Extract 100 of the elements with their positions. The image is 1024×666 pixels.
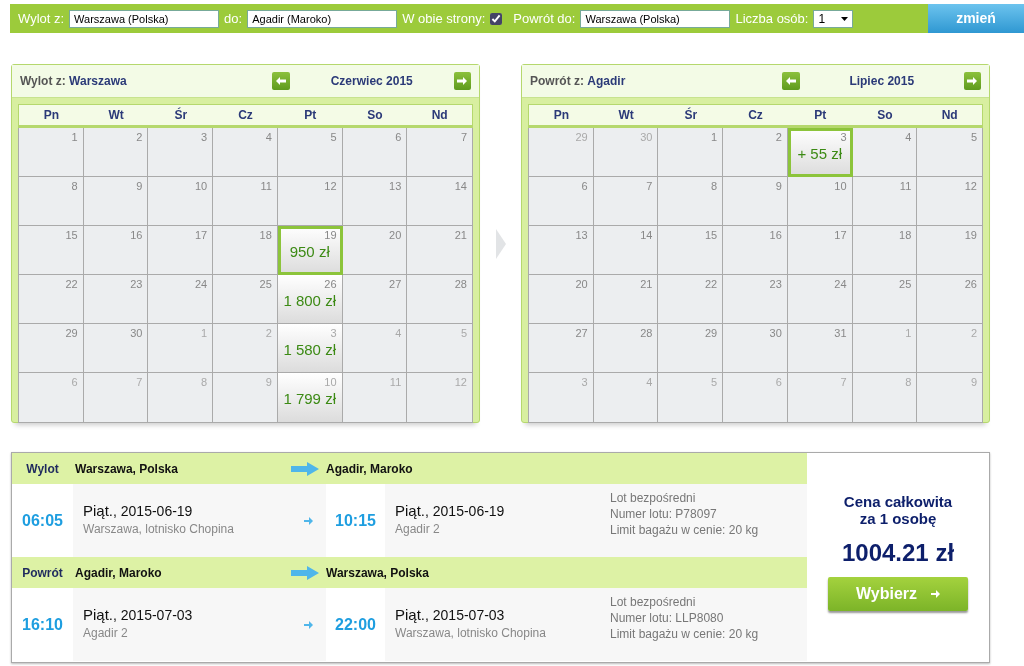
price-label: za 1 osobę [859,510,937,527]
calendar-day[interactable]: 27 [342,275,408,324]
calendar-day[interactable]: 6 [342,128,408,177]
calendar-day[interactable]: 5 [407,324,472,373]
calendar-day[interactable]: 1 [19,128,84,177]
calendar-day[interactable]: 1 [148,324,214,373]
day-number: 18 [898,229,912,242]
calendar-day[interactable]: 30 [83,324,149,373]
calendar-day[interactable]: 26 1 800 zł [277,275,343,324]
calendar-day[interactable]: 5 [658,373,724,422]
calendar-day[interactable]: 18 [213,226,278,275]
calendar-day[interactable]: 19 950 zł [277,226,343,275]
calendar-day[interactable]: 3 [148,128,214,177]
calendar-day[interactable]: 17 [148,226,214,275]
day-number: 5 [459,327,467,340]
calendar-day[interactable]: 24 [787,275,853,324]
calendar-day[interactable]: 29 [658,324,724,373]
calendar-day[interactable]: 11 [213,177,278,226]
input-field[interactable]: Warszawa (Polska) [580,9,731,28]
calendar-day[interactable]: 11 [852,177,918,226]
calendar-day[interactable]: 17 [787,226,853,275]
next-month-button[interactable] [963,72,981,90]
calendar-day[interactable]: 3 [529,373,594,422]
calendar-day[interactable]: 29 [529,128,594,177]
calendar-day[interactable]: 1 [852,324,918,373]
calendar-day[interactable]: 9 [723,177,788,226]
next-month-button[interactable] [453,72,471,90]
calendar-day[interactable]: 5 [277,128,343,177]
calendar-day[interactable]: 8 [148,373,214,422]
input-field[interactable]: Agadir (Maroko) [247,9,398,28]
calendar-day[interactable]: 20 [342,226,408,275]
calendar-day[interactable]: 2 [213,324,278,373]
round-trip-checkbox[interactable] [490,12,503,25]
calendar-day[interactable]: 5 [917,128,982,177]
calendar-day[interactable]: 18 [852,226,918,275]
calendar-day[interactable]: 8 [852,373,918,422]
calendar-day[interactable]: 15 [658,226,724,275]
calendar-day[interactable]: 20 [529,275,594,324]
calendar-day[interactable]: 4 [342,324,408,373]
calendar-day[interactable]: 26 [917,275,982,324]
calendar-day[interactable]: 6 [723,373,788,422]
calendar-day[interactable]: 10 [787,177,853,226]
prev-month-button[interactable] [782,72,800,90]
calendar-day[interactable]: 9 [917,373,982,422]
search-button[interactable]: zmień [928,4,1024,33]
calendar-day[interactable]: 9 [83,177,149,226]
calendar-day[interactable]: 27 [529,324,594,373]
day-number: 9 [774,180,782,193]
passengers-select[interactable]: 1 [813,9,854,28]
calendar-day[interactable]: 28 [407,275,472,324]
calendar-day[interactable]: 22 [19,275,84,324]
calendar-day[interactable]: 16 [723,226,788,275]
calendar-day[interactable]: 30 [723,324,788,373]
calendar-day[interactable]: 3 1 580 zł [277,324,343,373]
calendar-day[interactable]: 7 [83,373,149,422]
calendar-day[interactable]: 6 [19,373,84,422]
calendar-day[interactable]: 28 [593,324,659,373]
calendar-day[interactable]: 8 [19,177,84,226]
calendar-day[interactable]: 14 [593,226,659,275]
calendar-day[interactable]: 25 [852,275,918,324]
prev-month-button[interactable] [272,72,290,90]
calendar-day[interactable]: 8 [658,177,724,226]
calendar-day[interactable]: 22 [658,275,724,324]
calendar-day[interactable]: 25 [213,275,278,324]
calendar-day[interactable]: 12 [407,373,472,422]
calendar-day[interactable]: 11 [342,373,408,422]
calendar-day[interactable]: 2 [83,128,149,177]
calendar-day[interactable]: 6 [529,177,594,226]
day-number: 29 [64,327,78,340]
calendar-day[interactable]: 23 [723,275,788,324]
calendar-day[interactable]: 29 [19,324,84,373]
calendar-day[interactable]: 15 [19,226,84,275]
calendar-day[interactable]: 9 [213,373,278,422]
calendar-day[interactable]: 4 [213,128,278,177]
calendar-day[interactable]: 23 [83,275,149,324]
day-number: 7 [839,376,847,389]
calendar-day[interactable]: 2 [723,128,788,177]
calendar-day[interactable]: 10 1 799 zł [277,373,343,422]
calendar-day[interactable]: 16 [83,226,149,275]
calendar-day[interactable]: 1 [658,128,724,177]
calendar-day[interactable]: 13 [529,226,594,275]
calendar-day[interactable]: 30 [593,128,659,177]
calendar-day[interactable]: 21 [407,226,472,275]
calendar-day[interactable]: 24 [148,275,214,324]
calendar-day[interactable]: 12 [917,177,982,226]
select-button[interactable]: Wybierz [828,577,968,611]
calendar-day[interactable]: 7 [407,128,472,177]
calendar-day[interactable]: 21 [593,275,659,324]
calendar-day[interactable]: 10 [148,177,214,226]
calendar-day[interactable]: 7 [593,177,659,226]
calendar-day[interactable]: 4 [593,373,659,422]
calendar-day[interactable]: 14 [407,177,472,226]
calendar-day[interactable]: 31 [787,324,853,373]
calendar-day[interactable]: 13 [342,177,408,226]
calendar-day[interactable]: 4 [852,128,918,177]
calendar-day[interactable]: 3 + 55 zł [787,128,853,177]
input-field[interactable]: Warszawa (Polska) [69,9,220,28]
calendar-day[interactable]: 19 [917,226,982,275]
calendar-day[interactable]: 2 [917,324,982,373]
calendar-day[interactable]: 7 [787,373,853,422]
